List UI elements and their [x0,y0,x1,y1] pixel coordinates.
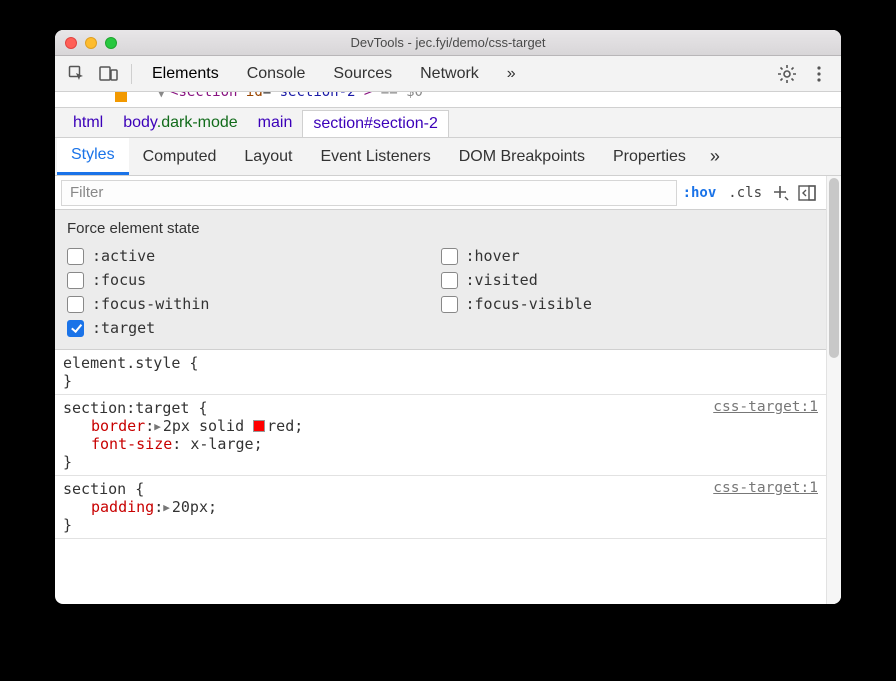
subtab-computed[interactable]: Computed [129,138,231,175]
decl-font-size[interactable]: font-size: x-large; [91,435,818,453]
checkbox-icon [67,296,84,313]
source-link[interactable]: css-target:1 [713,399,818,415]
minimize-window-button[interactable] [85,37,97,49]
toggle-sidebar-icon[interactable] [794,185,820,201]
decl-border[interactable]: border:▶2px solid red; [91,417,818,435]
checkbox-icon [441,272,458,289]
expand-triangle-icon[interactable]: ▼ [158,92,165,100]
breadcrumb-body[interactable]: body.dark-mode [113,110,247,136]
checkbox-icon [67,320,84,337]
tab-elements[interactable]: Elements [138,56,233,91]
hov-toggle-button[interactable]: :hov [677,185,723,201]
breadcrumb-main[interactable]: main [248,110,303,136]
scrollbar-thumb[interactable] [829,178,839,358]
dom-snippet: <section id="section-2"> == $0 [170,92,423,100]
dom-tree-preview[interactable]: ▼ <section id="section-2"> == $0 [55,92,841,108]
cls-toggle-button[interactable]: .cls [722,185,768,201]
styles-filter-bar: :hov .cls [55,176,826,210]
rule-section[interactable]: css-target:1 section { padding:▶20px; } [55,476,826,539]
subtab-properties[interactable]: Properties [599,138,700,175]
traffic-lights [55,37,117,49]
devtools-window: DevTools - jec.fyi/demo/css-target Eleme… [55,30,841,604]
subtab-event-listeners[interactable]: Event Listeners [306,138,444,175]
kebab-menu-icon[interactable] [803,56,835,91]
inspect-element-icon[interactable] [61,56,93,91]
checkbox-icon [441,296,458,313]
settings-gear-icon[interactable] [771,56,803,91]
source-link[interactable]: css-target:1 [713,480,818,496]
breadcrumb-section[interactable]: section#section-2 [302,110,449,137]
main-toolbar: Elements Console Sources Network » [55,56,841,92]
checkbox-icon [441,248,458,265]
main-panel-tabs: Elements Console Sources Network » [138,56,530,91]
more-subtabs-button[interactable]: » [700,146,730,167]
close-window-button[interactable] [65,37,77,49]
subtab-dom-breakpoints[interactable]: DOM Breakpoints [445,138,599,175]
checkbox-icon [67,272,84,289]
pseudo-hover-checkbox[interactable]: :hover [441,247,815,265]
breadcrumb-html[interactable]: html [63,110,113,136]
rule-section-target[interactable]: css-target:1 section:target { border:▶2p… [55,395,826,476]
color-swatch-icon[interactable] [253,420,265,432]
expand-shorthand-icon[interactable]: ▶ [163,501,170,514]
rule-element-style[interactable]: element.style { } [55,350,826,395]
pseudo-focus-within-checkbox[interactable]: :focus-within [67,295,441,313]
scrollbar[interactable] [826,176,841,604]
force-state-title: Force element state [67,220,814,237]
window-titlebar: DevTools - jec.fyi/demo/css-target [55,30,841,56]
checkbox-icon [67,248,84,265]
subtab-styles[interactable]: Styles [57,138,129,175]
more-tabs-button[interactable]: » [493,56,530,91]
force-element-state-panel: Force element state :active :hover :focu… [55,210,826,350]
style-rules-list: element.style { } css-target:1 section:t… [55,350,826,604]
window-title: DevTools - jec.fyi/demo/css-target [55,35,841,50]
zoom-window-button[interactable] [105,37,117,49]
pseudo-visited-checkbox[interactable]: :visited [441,271,815,289]
pseudo-focus-checkbox[interactable]: :focus [67,271,441,289]
highlight-strip [115,92,127,102]
tab-console[interactable]: Console [233,56,320,91]
new-style-rule-button[interactable] [768,184,794,202]
pseudo-active-checkbox[interactable]: :active [67,247,441,265]
tab-network[interactable]: Network [406,56,493,91]
pseudo-target-checkbox[interactable]: :target [67,319,441,337]
subtab-layout[interactable]: Layout [230,138,306,175]
toolbar-separator [131,64,132,84]
filter-input[interactable] [61,180,677,206]
expand-shorthand-icon[interactable]: ▶ [154,420,161,433]
styles-subtabs: Styles Computed Layout Event Listeners D… [55,138,841,176]
device-toggle-icon[interactable] [93,56,125,91]
decl-padding[interactable]: padding:▶20px; [91,498,818,516]
pseudo-focus-visible-checkbox[interactable]: :focus-visible [441,295,815,313]
tab-sources[interactable]: Sources [319,56,406,91]
breadcrumb-trail: html body.dark-mode main section#section… [55,108,841,138]
